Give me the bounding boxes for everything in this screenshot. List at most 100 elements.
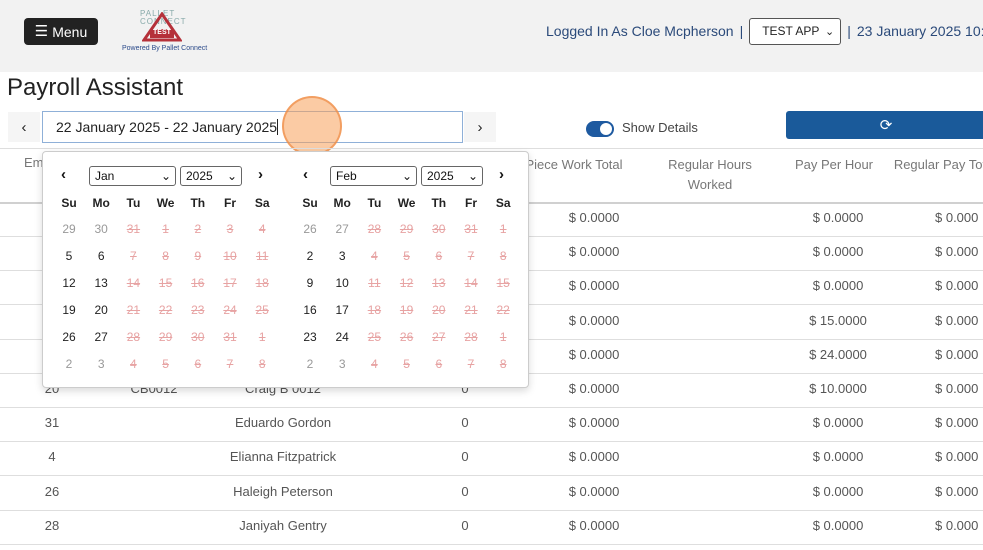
row-divider	[0, 441, 983, 443]
cell-piece-work: $ 0.0000	[568, 210, 620, 225]
powered-by-text: Powered By Pallet Connect	[122, 45, 208, 52]
left-month-select[interactable]: Jan ⌄	[89, 166, 176, 186]
weekday-header: Fr	[224, 196, 236, 210]
app-select[interactable]: TEST APP ⌄	[749, 17, 842, 45]
chevron-right-icon: ›	[477, 118, 483, 136]
cell-qty: 0	[461, 517, 469, 533]
calendar-day: 5	[403, 357, 410, 371]
cell-regular-pay: $ 0.000	[935, 312, 979, 328]
calendar-day[interactable]: 9	[307, 276, 314, 290]
calendar-day[interactable]: 5	[66, 249, 73, 263]
calendar-day[interactable]: 12	[62, 276, 75, 290]
row-divider	[0, 407, 983, 408]
table-top-border	[0, 148, 983, 149]
calendar-day: 26	[399, 330, 414, 344]
cell-qty: 0	[461, 415, 469, 431]
calendar-day: 11	[368, 276, 381, 290]
refresh-icon: ⟳	[879, 117, 893, 134]
calendar-day: 16	[191, 276, 205, 290]
left-year-value: 2025	[186, 169, 213, 183]
cell-regular-pay: $ 0.000	[935, 278, 979, 294]
cell-piece-work: $ 0.0000	[568, 381, 620, 396]
calendar-day[interactable]: 19	[62, 303, 75, 317]
calendar-day[interactable]: 20	[95, 303, 108, 317]
calendar-prev-month-icon[interactable]: ‹	[303, 166, 308, 183]
cell-pay-per-hour: $ 0.0000	[812, 415, 864, 431]
calendar-day[interactable]: 16	[303, 303, 316, 317]
calendar-day[interactable]: 3	[98, 357, 105, 371]
next-date-button[interactable]: ›	[464, 112, 496, 142]
calendar-day: 31	[464, 222, 478, 236]
calendar-day[interactable]: 24	[336, 330, 349, 344]
calendar-day[interactable]: 27	[336, 222, 349, 236]
calendar-day: 4	[371, 357, 378, 371]
calendar-day: 28	[464, 330, 478, 344]
date-range-picker: ‹ Jan ⌄ 2025 ⌄ › ‹ Feb ⌄ 2025 ⌄ › Su Mo Tu…	[42, 151, 529, 388]
calendar-next-month-icon[interactable]: ›	[499, 166, 504, 183]
cell-regular-pay: $ 0.000	[935, 517, 979, 533]
calendar-day[interactable]: 6	[98, 249, 105, 263]
row-divider	[0, 543, 983, 545]
cell-id: 28	[44, 517, 60, 533]
calendar-day: 18	[255, 276, 269, 290]
cell-regular-pay: $ 0.000	[935, 449, 979, 465]
right-month-select[interactable]: Feb ⌄	[330, 166, 417, 186]
calendar-prev-month-icon[interactable]: ‹	[61, 166, 66, 183]
row-divider	[0, 509, 983, 511]
cell-piece-work: $ 0.0000	[568, 449, 620, 465]
col-header-emp: Em	[24, 155, 44, 170]
calendar-day[interactable]: 2	[307, 357, 314, 371]
calendar-day: 4	[130, 357, 137, 371]
calendar-day: 14	[464, 276, 478, 290]
calendar-day[interactable]: 2	[66, 357, 73, 371]
calendar-day[interactable]: 26	[303, 222, 316, 236]
calendar-day: 1	[258, 330, 266, 344]
cell-pay-per-hour: $ 0.0000	[812, 517, 864, 533]
calendar-day[interactable]: 23	[303, 330, 316, 344]
right-year-select[interactable]: 2025 ⌄	[421, 166, 483, 186]
date-range-input[interactable]: 22 January 2025 - 22 January 2025	[42, 111, 463, 143]
toggle-knob	[600, 123, 612, 135]
calendar-day[interactable]: 27	[95, 330, 108, 344]
logo-tag: TEST	[153, 29, 171, 36]
calendar-day[interactable]: 2	[307, 249, 314, 263]
calendar-day: 25	[255, 303, 269, 317]
calendar-day: 19	[399, 303, 414, 317]
cell-name: Eduardo Gordon	[234, 415, 332, 431]
calendar-day[interactable]: 30	[95, 222, 108, 236]
calendar-day[interactable]: 29	[62, 222, 75, 236]
calendar-day[interactable]: 17	[336, 303, 349, 317]
right-month-value: Feb	[336, 169, 357, 183]
calendar-day[interactable]: 3	[339, 357, 346, 371]
cell-id: 31	[44, 415, 60, 431]
calendar-day: 10	[223, 249, 237, 263]
chevron-down-icon: ⌄	[825, 25, 835, 38]
calendar-day[interactable]: 26	[62, 330, 75, 344]
cell-regular-pay: $ 0.000	[935, 381, 979, 396]
calendar-day: 15	[158, 276, 173, 290]
calendar-day[interactable]: 3	[339, 249, 346, 263]
calendar-day: 6	[194, 357, 202, 371]
prev-date-button[interactable]: ‹	[8, 112, 40, 142]
menu-label: Menu	[52, 23, 88, 40]
cell-regular-pay: $ 0.000	[935, 244, 979, 260]
calendar-day[interactable]: 10	[336, 276, 349, 290]
calendar-day: 6	[435, 357, 443, 371]
show-details-toggle[interactable]	[586, 121, 614, 137]
calendar-next-month-icon[interactable]: ›	[258, 166, 263, 183]
calendar-day: 3	[226, 222, 234, 236]
cell-name: Haleigh Peterson	[233, 483, 333, 499]
weekday-header: Sa	[495, 196, 511, 210]
cell-qty: 0	[461, 449, 469, 465]
cell-pay-per-hour: $ 24.0000	[809, 346, 867, 362]
show-details-label: Show Details	[622, 120, 698, 135]
refresh-button[interactable]: ⟳	[786, 111, 983, 139]
menu-button[interactable]: ☰ Menu	[24, 18, 98, 45]
weekday-header: Sa	[254, 196, 270, 210]
weekday-header: We	[397, 196, 416, 210]
calendar-day: 20	[432, 303, 446, 317]
cell-pay-per-hour: $ 0.0000	[812, 449, 864, 465]
left-year-select[interactable]: 2025 ⌄	[180, 166, 242, 186]
calendar-day: 22	[158, 303, 173, 317]
calendar-day[interactable]: 13	[95, 276, 108, 290]
